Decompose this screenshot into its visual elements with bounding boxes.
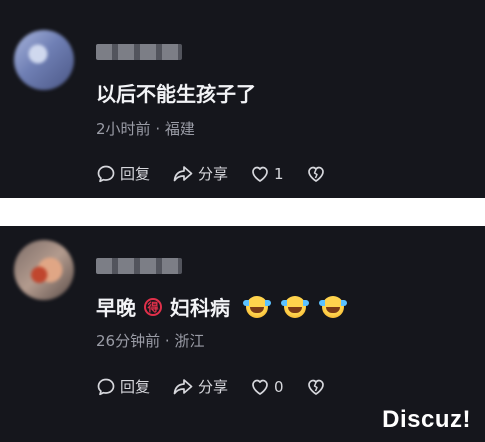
comment-meta: 26分钟前 · 浙江 — [96, 330, 204, 351]
comment-content-prefix: 早晚 — [96, 296, 136, 320]
comment-actions: 回复 分享 0 — [96, 376, 348, 397]
avatar[interactable] — [14, 30, 74, 90]
reply-button[interactable]: 回复 — [96, 163, 150, 184]
comment-meta: 2小时前 · 福建 — [96, 118, 195, 139]
comment-content-suffix: 妇科病 — [170, 296, 230, 320]
like-count: 0 — [274, 377, 284, 396]
watermark: Discuz! — [382, 406, 471, 433]
like-button[interactable]: 1 — [250, 164, 284, 184]
comment-text: 以后不能生孩子了 — [96, 78, 256, 107]
comment-time: 26分钟前 — [96, 332, 161, 350]
share-arrow-icon — [173, 165, 193, 181]
comment-bubble-icon — [97, 378, 115, 395]
share-button[interactable]: 分享 — [172, 376, 228, 397]
comment-actions: 回复 分享 1 — [96, 163, 348, 184]
like-button[interactable]: 0 — [250, 377, 284, 397]
meta-separator: · — [155, 120, 161, 138]
broken-heart-icon — [307, 379, 324, 395]
share-label: 分享 — [198, 378, 229, 396]
comment-content: 以后不能生孩子了 — [96, 82, 256, 106]
laughing-crying-emoji — [243, 295, 271, 318]
comment-card: 早晚 得 妇科病 26分钟前 · 浙江 回复 分享 0 Discuz! — [0, 226, 485, 442]
broken-heart-icon — [307, 166, 324, 182]
comment-location: 福建 — [164, 120, 195, 138]
heart-icon — [252, 379, 268, 395]
comment-time: 2小时前 — [96, 120, 151, 138]
comment-bubble-icon — [97, 165, 115, 182]
username-blurred[interactable] — [96, 44, 182, 60]
reply-label: 回复 — [120, 165, 151, 183]
comment-location: 浙江 — [174, 332, 205, 350]
comment-text: 早晚 得 妇科病 — [96, 292, 347, 321]
reply-label: 回复 — [120, 378, 151, 396]
username-blurred[interactable] — [96, 258, 182, 274]
share-button[interactable]: 分享 — [172, 163, 228, 184]
de-sticker-icon: 得 — [144, 297, 162, 316]
like-count: 1 — [274, 164, 284, 183]
share-label: 分享 — [198, 165, 229, 183]
comment-card: 以后不能生孩子了 2小时前 · 福建 回复 分享 1 — [0, 0, 485, 198]
laughing-crying-emoji — [281, 295, 309, 318]
dislike-button[interactable] — [306, 164, 326, 184]
reply-button[interactable]: 回复 — [96, 376, 150, 397]
meta-separator: · — [164, 332, 170, 350]
laughing-crying-emoji — [319, 295, 347, 318]
share-arrow-icon — [173, 378, 193, 394]
dislike-button[interactable] — [306, 377, 326, 397]
avatar[interactable] — [14, 240, 74, 300]
heart-icon — [252, 166, 268, 182]
